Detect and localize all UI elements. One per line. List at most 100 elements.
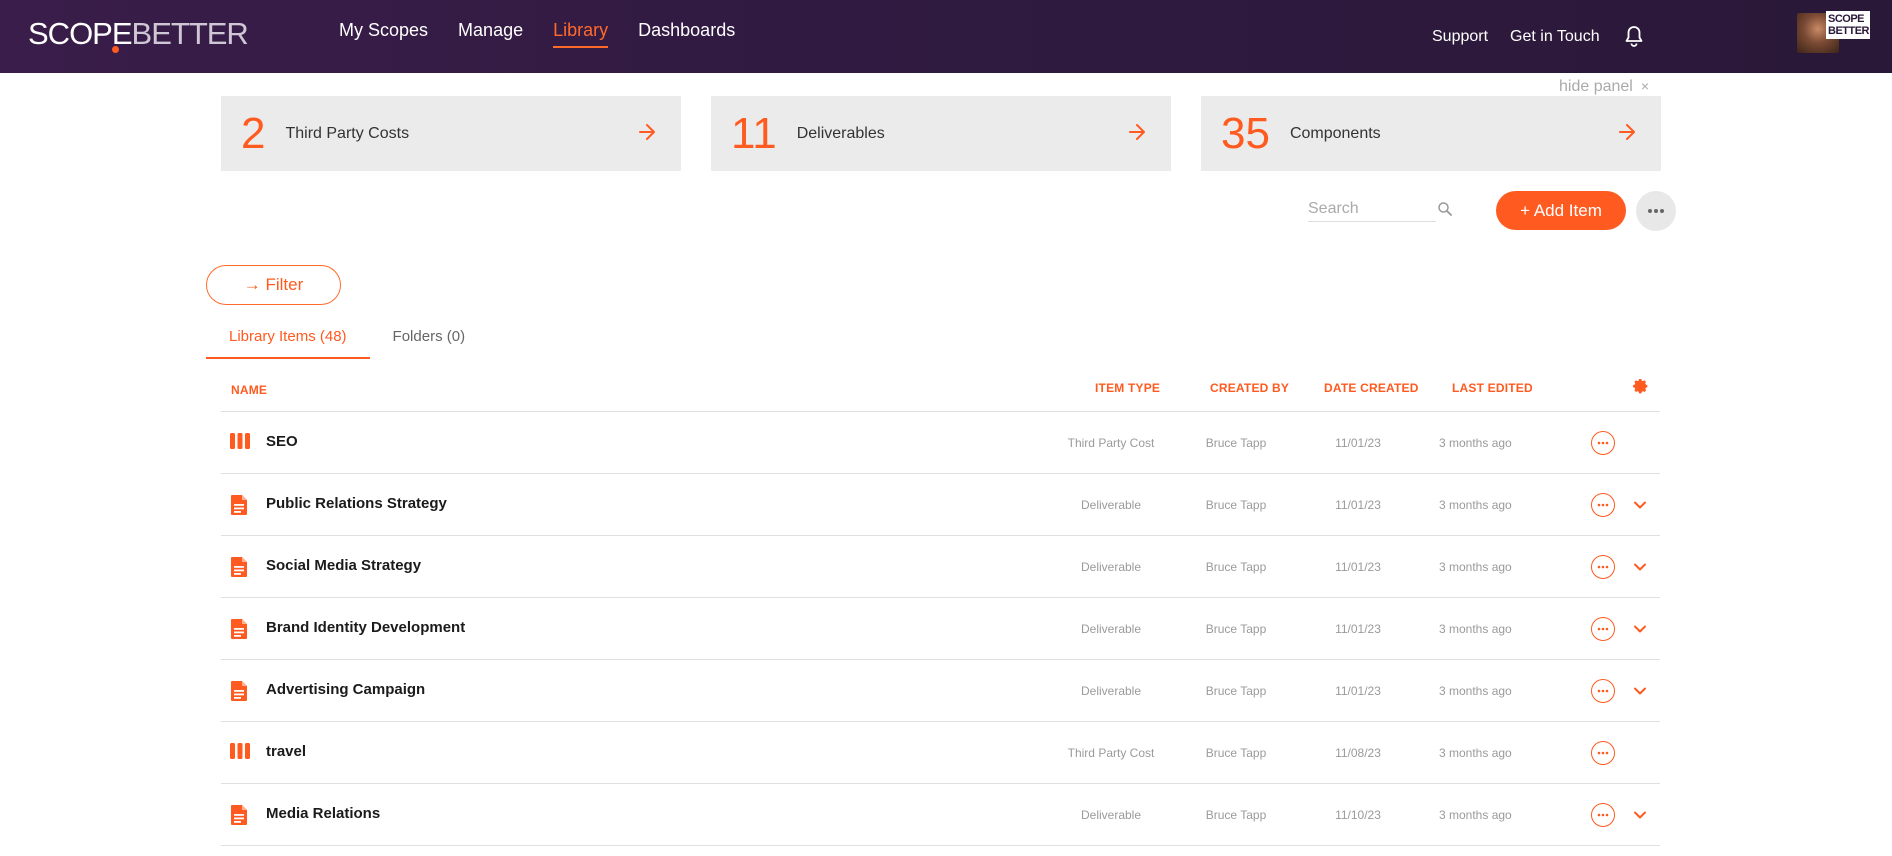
third-party-cost-icon xyxy=(229,742,250,764)
hide-panel-button[interactable]: hide panel × xyxy=(1559,78,1649,96)
stat-count: 35 xyxy=(1221,108,1270,158)
item-name[interactable]: travel xyxy=(266,743,306,760)
item-name[interactable]: Media Relations xyxy=(266,805,380,822)
stat-card-deliverables[interactable]: 11 Deliverables xyxy=(711,96,1171,171)
add-item-button[interactable]: + Add Item xyxy=(1496,191,1626,230)
stat-count: 2 xyxy=(241,108,266,158)
date-created: 11/01/23 xyxy=(1335,684,1381,698)
more-options-button[interactable] xyxy=(1636,191,1676,231)
ellipsis-icon xyxy=(1597,689,1609,693)
column-header-last-edited[interactable]: LAST EDITED xyxy=(1452,381,1533,395)
item-name[interactable]: Advertising Campaign xyxy=(266,681,425,698)
row-actions-button[interactable] xyxy=(1591,679,1615,703)
date-created: 11/01/23 xyxy=(1335,560,1381,574)
ellipsis-icon xyxy=(1648,209,1664,213)
tab-library-items[interactable]: Library Items (48) xyxy=(206,322,370,359)
ellipsis-icon xyxy=(1597,503,1609,507)
arrow-right-icon xyxy=(639,124,655,140)
ellipsis-icon xyxy=(1597,565,1609,569)
column-header-created-by[interactable]: CREATED BY xyxy=(1210,381,1289,395)
logo-dot xyxy=(112,46,119,53)
get-in-touch-link[interactable]: Get in Touch xyxy=(1510,28,1600,46)
document-icon xyxy=(229,804,249,826)
date-created: 11/01/23 xyxy=(1335,436,1381,450)
nav-dashboards[interactable]: Dashboards xyxy=(638,20,735,48)
table-row[interactable]: Advertising Campaign Deliverable Bruce T… xyxy=(221,660,1660,722)
document-icon xyxy=(229,556,249,578)
document-icon xyxy=(229,618,249,640)
row-actions-button[interactable] xyxy=(1591,617,1615,641)
created-by: Bruce Tapp xyxy=(1205,684,1267,698)
last-edited: 3 months ago xyxy=(1439,498,1512,512)
created-by: Bruce Tapp xyxy=(1205,560,1267,574)
stat-label: Deliverables xyxy=(796,124,885,142)
nav-library[interactable]: Library xyxy=(553,20,609,48)
hide-panel-label: hide panel xyxy=(1559,78,1633,95)
date-created: 11/10/23 xyxy=(1335,808,1381,822)
stat-card-third-party-costs[interactable]: 2 Third Party Costs xyxy=(221,96,681,171)
created-by: Bruce Tapp xyxy=(1205,498,1267,512)
table-row[interactable]: Public Relations Strategy Deliverable Br… xyxy=(221,474,1660,536)
scopebetter-logo[interactable]: SCOPEBETTER xyxy=(28,16,249,53)
gear-icon[interactable] xyxy=(1632,378,1650,396)
logo-accent-text: BETTER xyxy=(131,16,249,51)
item-name[interactable]: SEO xyxy=(266,433,298,450)
nav-manage[interactable]: Manage xyxy=(458,20,523,48)
stat-label: Components xyxy=(1289,124,1381,142)
item-type: Third Party Cost xyxy=(1067,436,1155,450)
created-by: Bruce Tapp xyxy=(1205,746,1267,760)
stat-count: 11 xyxy=(731,108,777,158)
tab-folders[interactable]: Folders (0) xyxy=(370,322,489,359)
table-row[interactable]: travel Third Party Cost Bruce Tapp 11/08… xyxy=(221,722,1660,784)
item-type: Deliverable xyxy=(1080,498,1142,512)
column-header-date-created[interactable]: DATE CREATED xyxy=(1324,381,1419,395)
column-header-name[interactable]: NAME xyxy=(231,383,267,397)
row-actions-button[interactable] xyxy=(1591,803,1615,827)
row-actions-button[interactable] xyxy=(1591,493,1615,517)
item-type: Deliverable xyxy=(1080,808,1142,822)
last-edited: 3 months ago xyxy=(1439,560,1512,574)
filter-button[interactable]: → Filter xyxy=(206,265,341,305)
item-name[interactable]: Social Media Strategy xyxy=(266,557,421,574)
top-navigation-bar: SCOPEBETTER My Scopes Manage Library Das… xyxy=(0,0,1892,73)
last-edited: 3 months ago xyxy=(1439,622,1512,636)
date-created: 11/01/23 xyxy=(1335,622,1381,636)
nav-my-scopes[interactable]: My Scopes xyxy=(339,20,428,48)
account-logo[interactable]: SCOPE BETTER xyxy=(1826,11,1870,39)
last-edited: 3 months ago xyxy=(1439,684,1512,698)
document-icon xyxy=(229,680,249,702)
created-by: Bruce Tapp xyxy=(1205,436,1267,450)
support-link[interactable]: Support xyxy=(1432,28,1488,46)
item-type: Third Party Cost xyxy=(1067,746,1155,760)
column-header-item-type[interactable]: ITEM TYPE xyxy=(1095,381,1160,395)
chevron-down-icon[interactable] xyxy=(1633,808,1647,822)
ellipsis-icon xyxy=(1597,751,1609,755)
chevron-down-icon[interactable] xyxy=(1633,560,1647,574)
item-name[interactable]: Public Relations Strategy xyxy=(266,495,447,512)
ellipsis-icon xyxy=(1597,441,1609,445)
ellipsis-icon xyxy=(1597,627,1609,631)
item-type: Deliverable xyxy=(1080,622,1142,636)
document-icon xyxy=(229,494,249,516)
main-nav: My Scopes Manage Library Dashboards xyxy=(339,20,735,48)
chevron-down-icon[interactable] xyxy=(1633,684,1647,698)
created-by: Bruce Tapp xyxy=(1205,808,1267,822)
item-name[interactable]: Brand Identity Development xyxy=(266,619,465,636)
arrow-right-icon xyxy=(1619,124,1635,140)
chevron-down-icon[interactable] xyxy=(1633,498,1647,512)
row-actions-button[interactable] xyxy=(1591,741,1615,765)
bell-icon[interactable] xyxy=(1622,24,1648,50)
table-row[interactable]: Media Relations Deliverable Bruce Tapp 1… xyxy=(221,784,1660,846)
third-party-cost-icon xyxy=(229,432,250,454)
row-actions-button[interactable] xyxy=(1591,555,1615,579)
row-actions-button[interactable] xyxy=(1591,431,1615,455)
stat-card-components[interactable]: 35 Components xyxy=(1201,96,1661,171)
table-row[interactable]: SEO Third Party Cost Bruce Tapp 11/01/23… xyxy=(221,412,1660,474)
chevron-down-icon[interactable] xyxy=(1633,622,1647,636)
table-row[interactable]: Social Media Strategy Deliverable Bruce … xyxy=(221,536,1660,598)
last-edited: 3 months ago xyxy=(1439,746,1512,760)
search-input[interactable] xyxy=(1308,196,1436,222)
search-icon[interactable] xyxy=(1436,200,1454,218)
arrow-right-icon xyxy=(1129,124,1145,140)
table-row[interactable]: Brand Identity Development Deliverable B… xyxy=(221,598,1660,660)
